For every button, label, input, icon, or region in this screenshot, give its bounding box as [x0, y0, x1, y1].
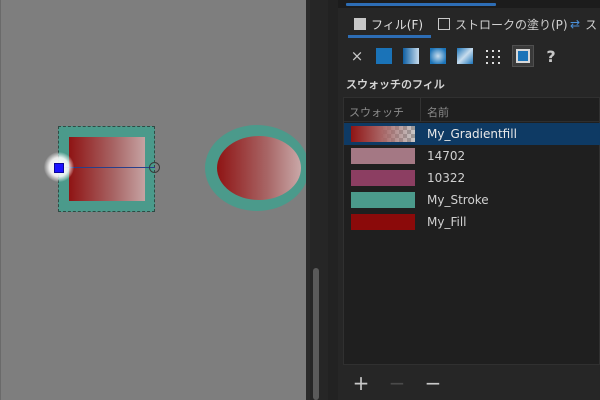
- swatch-row[interactable]: 14702: [344, 145, 600, 167]
- pattern-button[interactable]: [481, 45, 503, 67]
- tab-stroke-paint[interactable]: ストロークの塗り(P): [438, 10, 568, 38]
- swatch-name: 10322: [427, 171, 466, 185]
- ellipse-gradient-fill[interactable]: [217, 136, 301, 200]
- mesh-gradient-icon: [457, 48, 473, 64]
- tab-stroke-style[interactable]: ⇄ ス: [570, 10, 597, 38]
- swatch-row[interactable]: My_Gradientfill: [344, 123, 600, 145]
- gradient-end-handle[interactable]: [149, 162, 160, 173]
- linear-gradient-icon: [403, 48, 419, 64]
- swatch-chip: [351, 192, 415, 208]
- pattern-icon: [484, 48, 500, 64]
- radial-gradient-icon: [430, 48, 446, 64]
- tab-fill[interactable]: フィル(F): [347, 10, 432, 38]
- flat-color-button[interactable]: [373, 45, 395, 67]
- gradient-start-handle[interactable]: [54, 163, 64, 173]
- swatch-row[interactable]: My_Fill: [344, 211, 600, 233]
- flat-color-icon: [376, 48, 392, 64]
- tab-stroke-label: ストロークの塗り(P): [455, 17, 568, 32]
- vertical-scrollbar-thumb[interactable]: [313, 268, 319, 400]
- paint-type-toolbar: × ?: [338, 42, 600, 70]
- tab-more-label: ス: [585, 17, 598, 32]
- panel-topbar: [338, 0, 600, 8]
- stroke-checkbox-icon: [438, 18, 450, 30]
- remove-swatch-button[interactable]: −: [386, 371, 408, 395]
- gradient-vector-line: [60, 167, 155, 168]
- panel-topbar-accent: [346, 3, 496, 6]
- swatch-chip: [351, 170, 415, 186]
- column-separator: [420, 98, 421, 122]
- swatch-chip: [351, 148, 415, 164]
- swatch-name: My_Stroke: [427, 193, 489, 207]
- panel-gutter: [328, 0, 338, 400]
- unset-paint-button[interactable]: ?: [540, 45, 562, 67]
- tab-fill-label: フィル(F): [371, 17, 424, 32]
- delete-swatch-button[interactable]: −: [422, 371, 444, 395]
- swatch-name: 14702: [427, 149, 466, 163]
- swatch-row[interactable]: My_Stroke: [344, 189, 600, 211]
- plus-icon: +: [352, 371, 370, 395]
- fill-checkbox-icon: [354, 18, 366, 30]
- linear-gradient-button[interactable]: [400, 45, 422, 67]
- swatch-row[interactable]: 10322: [344, 167, 600, 189]
- mesh-gradient-button[interactable]: [454, 45, 476, 67]
- no-paint-button[interactable]: ×: [346, 45, 368, 67]
- swatch-name: My_Gradientfill: [427, 127, 517, 141]
- column-header-swatch[interactable]: スウォッチ: [349, 104, 404, 120]
- swatch-name: My_Fill: [427, 215, 467, 229]
- column-header-name[interactable]: 名前: [427, 104, 449, 120]
- fill-stroke-panel: フィル(F) ストロークの塗り(P) ⇄ ス × ? スウォッチのフィル スウォ…: [338, 0, 600, 400]
- swatch-button[interactable]: [512, 45, 534, 67]
- panel-bottom-bar: + − −: [338, 368, 600, 400]
- swap-arrows-icon: ⇄: [570, 17, 581, 31]
- help-icon: ?: [546, 46, 556, 66]
- radial-gradient-button[interactable]: [427, 45, 449, 67]
- swatch-list-header: スウォッチ 名前: [344, 98, 600, 122]
- swatch-chip: [351, 214, 415, 230]
- swatch-list[interactable]: スウォッチ 名前 My_Gradientfill 14702 10322 My_…: [343, 97, 600, 365]
- swatch-chip: [351, 126, 415, 142]
- x-icon: ×: [350, 47, 364, 65]
- swatch-icon: [516, 49, 530, 63]
- minus-icon: −: [424, 371, 442, 395]
- section-title: スウォッチのフィル: [346, 78, 445, 91]
- rectangle-gradient-fill[interactable]: [69, 137, 145, 201]
- minus-icon: −: [388, 371, 406, 395]
- panel-tabs: フィル(F) ストロークの塗り(P) ⇄ ス: [338, 10, 600, 38]
- add-swatch-button[interactable]: +: [350, 371, 372, 395]
